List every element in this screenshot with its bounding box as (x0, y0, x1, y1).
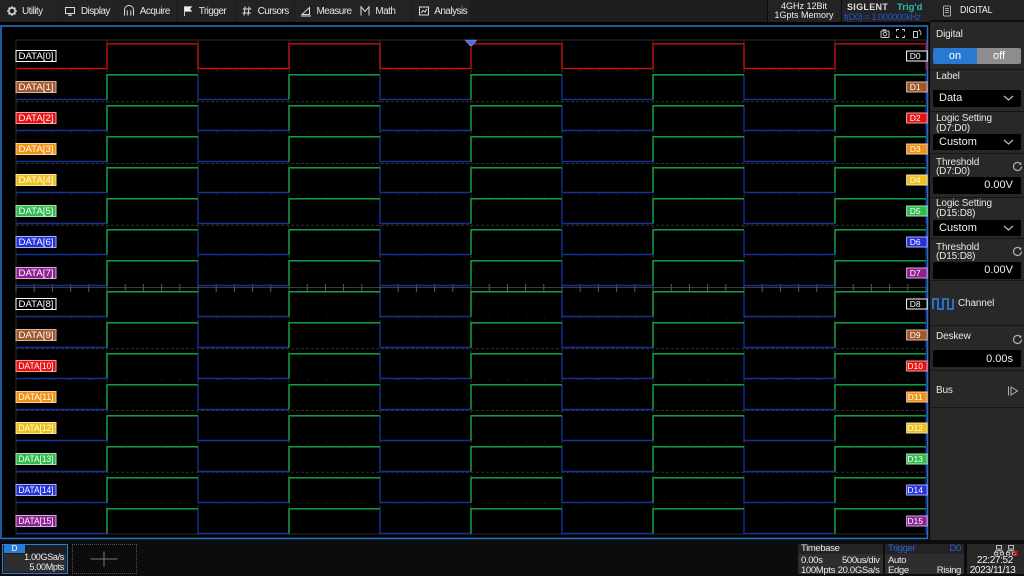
svg-text:DATA[0]: DATA[0] (19, 51, 54, 61)
svg-text:D5: D5 (910, 206, 921, 216)
svg-text:D9: D9 (910, 330, 921, 340)
svg-text:D4: D4 (910, 175, 921, 185)
svg-text:DATA[14]: DATA[14] (19, 485, 54, 495)
svg-text:D12: D12 (907, 423, 923, 433)
svg-text:DATA[2]: DATA[2] (19, 113, 54, 123)
svg-text:DATA[1]: DATA[1] (19, 82, 54, 92)
svg-text:DATA[9]: DATA[9] (19, 330, 54, 340)
svg-text:DATA[10]: DATA[10] (19, 361, 54, 371)
svg-text:DATA[6]: DATA[6] (19, 237, 54, 247)
svg-text:D15: D15 (907, 516, 923, 526)
svg-text:DATA[3]: DATA[3] (19, 144, 54, 154)
svg-text:D11: D11 (908, 392, 923, 402)
svg-text:D14: D14 (907, 485, 923, 495)
svg-text:D1: D1 (910, 82, 921, 92)
svg-text:DATA[12]: DATA[12] (19, 423, 54, 433)
svg-text:D8: D8 (910, 299, 921, 309)
svg-text:DATA[5]: DATA[5] (19, 206, 54, 216)
svg-text:DATA[4]: DATA[4] (19, 175, 54, 185)
svg-text:DATA[8]: DATA[8] (19, 299, 54, 309)
svg-text:DATA[11]: DATA[11] (19, 392, 54, 402)
svg-text:DATA[7]: DATA[7] (19, 268, 54, 278)
svg-text:D13: D13 (907, 454, 923, 464)
svg-text:D3: D3 (910, 144, 921, 154)
svg-text:DATA[13]: DATA[13] (19, 454, 54, 464)
svg-text:D2: D2 (910, 113, 921, 123)
svg-text:D0: D0 (910, 51, 921, 61)
svg-text:D6: D6 (910, 237, 921, 247)
svg-text:D7: D7 (910, 268, 921, 278)
svg-text:D10: D10 (907, 361, 923, 371)
svg-text:DATA[15]: DATA[15] (19, 516, 54, 526)
